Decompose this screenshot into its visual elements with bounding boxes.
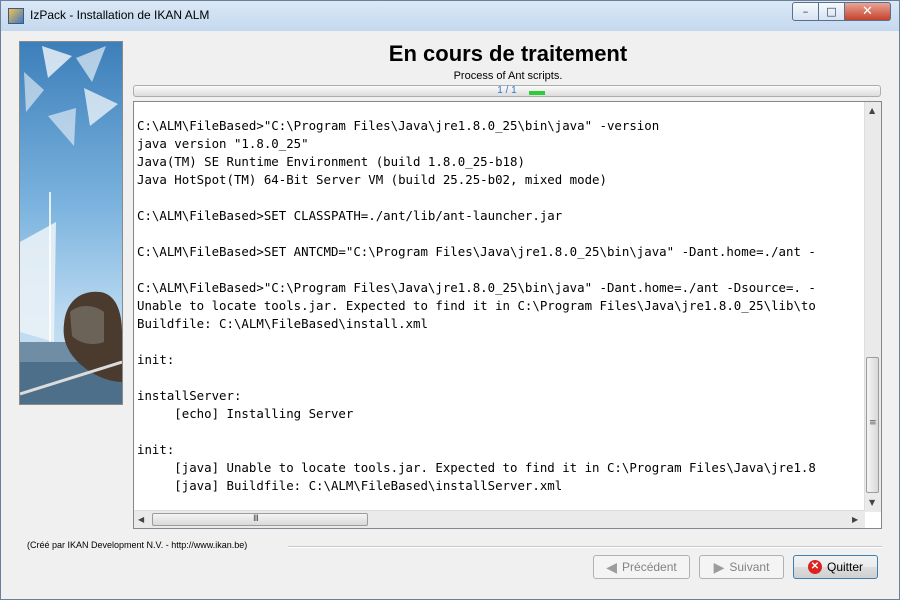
output-line: Java(TM) SE Runtime Environment (build 1… bbox=[137, 154, 525, 169]
output-line: Buildfile: C:\ALM\FileBased\install.xml bbox=[137, 316, 428, 331]
output-line: [echo] Installing Server bbox=[137, 406, 354, 421]
close-icon: ✕ bbox=[862, 4, 873, 19]
vertical-scrollbar[interactable]: ▲ ≡ ▼ bbox=[864, 102, 881, 512]
output-line: init: bbox=[137, 442, 175, 457]
output-line: Unable to locate tools.jar. Expected to … bbox=[137, 298, 816, 313]
next-button-label: Suivant bbox=[729, 560, 770, 574]
close-circle-icon: ✕ bbox=[807, 560, 822, 574]
installer-window: IzPack - Installation de IKAN ALM – □ ✕ … bbox=[0, 0, 900, 600]
minimize-icon: – bbox=[802, 5, 809, 18]
scroll-up-icon[interactable]: ▲ bbox=[869, 106, 875, 115]
output-line: [java] Buildfile: C:\ALM\FileBased\insta… bbox=[137, 478, 563, 493]
footer-divider bbox=[288, 546, 882, 548]
horizontal-grip-icon: III bbox=[253, 514, 259, 524]
panel-subtitle: Process of Ant scripts. bbox=[453, 70, 563, 82]
maximize-button[interactable]: □ bbox=[818, 2, 845, 21]
vertical-grip-icon: ≡ bbox=[869, 418, 877, 428]
previous-button[interactable]: ◀ Précédent bbox=[593, 555, 690, 579]
arrow-right-icon: ▶ bbox=[713, 558, 725, 575]
output-line: C:\ALM\FileBased>"C:\Program Files\Java\… bbox=[137, 280, 816, 295]
minimize-button[interactable]: – bbox=[792, 2, 819, 21]
izpack-app-icon bbox=[8, 8, 24, 24]
quit-button[interactable]: ✕ Quitter bbox=[793, 555, 878, 579]
output-text-area[interactable]: C:\ALM\FileBased>"C:\Program Files\Java\… bbox=[133, 101, 882, 529]
output-line: C:\ALM\FileBased>"C:\Program Files\Java\… bbox=[137, 118, 660, 133]
horizontal-scrollbar[interactable]: ◀ III ▶ bbox=[134, 510, 865, 528]
quit-button-label: Quitter bbox=[826, 560, 863, 574]
previous-button-label: Précédent bbox=[622, 560, 677, 574]
output-line: java version "1.8.0_25" bbox=[137, 136, 309, 151]
scroll-down-icon[interactable]: ▼ bbox=[869, 498, 875, 507]
side-banner-image bbox=[19, 41, 123, 405]
progress-label: 1 / 1 bbox=[497, 85, 517, 96]
arrow-left-icon: ◀ bbox=[606, 558, 618, 575]
output-line: C:\ALM\FileBased>SET ANTCMD="C:\Program … bbox=[137, 244, 816, 259]
output-line: init: bbox=[137, 352, 175, 367]
maximize-icon: □ bbox=[826, 5, 837, 18]
scroll-left-icon[interactable]: ◀ bbox=[138, 515, 144, 524]
output-line: C:\ALM\FileBased>SET CLASSPATH=./ant/lib… bbox=[137, 208, 563, 223]
output-line: installServer: bbox=[137, 388, 242, 403]
output-line: Java HotSpot(TM) 64-Bit Server VM (build… bbox=[137, 172, 607, 187]
title-bar[interactable]: IzPack - Installation de IKAN ALM – □ ✕ bbox=[1, 1, 899, 31]
vertical-scroll-thumb[interactable]: ≡ bbox=[866, 357, 879, 493]
close-window-button[interactable]: ✕ bbox=[844, 2, 891, 21]
scroll-right-icon[interactable]: ▶ bbox=[852, 515, 858, 524]
sailing-illustration bbox=[20, 46, 122, 404]
footer-credit: (Créé par IKAN Development N.V. - http:/… bbox=[27, 540, 248, 550]
next-button[interactable]: ▶ Suivant bbox=[699, 555, 784, 579]
horizontal-scroll-thumb[interactable]: III bbox=[152, 513, 368, 526]
window-title: IzPack - Installation de IKAN ALM bbox=[30, 8, 210, 22]
panel-title: En cours de traitement bbox=[388, 41, 628, 66]
progress-bar: 1 / 1 bbox=[133, 85, 881, 97]
output-lines: C:\ALM\FileBased>"C:\Program Files\Java\… bbox=[137, 117, 816, 495]
output-line: [java] Unable to locate tools.jar. Expec… bbox=[137, 460, 816, 475]
